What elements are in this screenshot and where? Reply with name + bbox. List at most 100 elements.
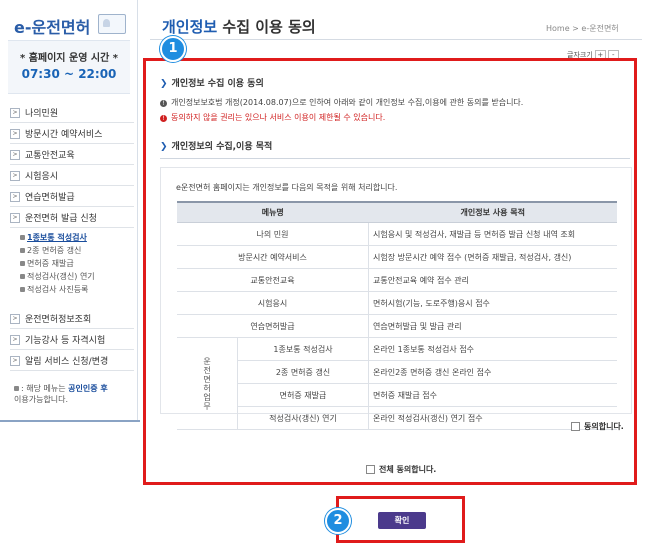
table-row: 적성검사(갱신) 연기 온라인 적성검사(갱신) 연기 접수 (177, 406, 617, 430)
sidebar-item-license-lookup[interactable]: > 운전면허정보조회 (10, 309, 134, 329)
sidebar-bottom-rule (0, 420, 140, 422)
submenu-item-aptitude-test[interactable]: 1종보통 적성검사 (20, 232, 87, 243)
cell-menu: 1종보통 적성검사 (237, 337, 369, 361)
submenu-label: 적성검사(갱신) 연기 (27, 272, 95, 281)
chevron-right-icon: > (10, 313, 20, 324)
site-logo[interactable]: e-운전면허 (14, 14, 90, 38)
hours-title: * 홈페이지 운영 시간 * (20, 53, 118, 64)
submenu-label: 2종 면허증 갱신 (27, 246, 82, 255)
notice-text: : 해당 메뉴는 (21, 384, 66, 393)
sidebar-item-label: 알림 서비스 신청/변경 (25, 357, 109, 367)
cell-menu: 시험응시 (177, 291, 369, 315)
sidebar-item-my-petitions[interactable]: > 나의민원 (10, 103, 134, 123)
chevron-right-icon: > (10, 355, 20, 366)
chevron-right-icon: > (10, 191, 20, 202)
cell-purpose: 연습면허발급 및 발급 관리 (368, 314, 617, 338)
sidebar-item-instructor-exam[interactable]: > 기능강사 등 자격시험 (10, 330, 134, 350)
checkbox-box[interactable] (571, 422, 580, 431)
chevron-right-icon: > (10, 107, 20, 118)
table-row: 면허증 재발급 면허증 재발급 접수 (177, 383, 617, 407)
sidebar-item-visit-reservation[interactable]: > 방문시간 예약서비스 (10, 124, 134, 144)
page-title-rest: 수집 이용 동의 (217, 18, 316, 36)
chevron-right-icon: > (10, 334, 20, 345)
submenu-item-photo[interactable]: 적성검사 사진등록 (20, 284, 88, 295)
cell-purpose: 온라인2종 면허증 갱신 온라인 접수 (368, 360, 617, 384)
section-title-consent: ❯ 개인정보 수집 이용 동의 (160, 76, 264, 89)
license-card-icon (98, 14, 126, 34)
lock-icon (20, 235, 25, 240)
agree-purpose-checkbox[interactable]: 동의합니다. (571, 421, 624, 432)
sidebar-item-label: 나의민원 (25, 109, 59, 119)
step-badge-2: 2 (325, 508, 351, 534)
section-divider (160, 158, 630, 159)
page-title-highlight: 개인정보 (162, 18, 218, 36)
lock-icon (14, 386, 19, 391)
cell-purpose: 시험응시 및 적성검사, 재발급 등 면허증 발급 신청 내역 조회 (368, 222, 617, 246)
lock-icon (20, 287, 25, 292)
sidebar-item-label: 방문시간 예약서비스 (25, 130, 103, 140)
table-header-row: 메뉴명 개인정보 사용 목적 (177, 201, 617, 223)
submenu-item-reissue[interactable]: 면허증 재발급 (20, 258, 74, 269)
cell-menu: 연습면허발급 (177, 314, 369, 338)
table-row: 나의 민원 시험응시 및 적성검사, 재발급 등 면허증 발급 신청 내역 조회 (177, 222, 617, 246)
warning-icon: ! (160, 115, 167, 122)
confirm-button[interactable]: 확인 (378, 512, 426, 529)
chevron-right-icon: ❯ (160, 142, 168, 152)
lock-icon (20, 274, 25, 279)
notice-text: 이용가능합니다. (14, 395, 69, 404)
sidebar-item-learner-license[interactable]: > 연습면허발급 (10, 187, 134, 207)
purpose-intro: e운전면허 홈페이지는 개인정보를 다음의 목적을 위해 처리합니다. (176, 183, 398, 192)
sidebar-item-exam[interactable]: > 시험응시 (10, 166, 134, 186)
sidebar-item-label: 운전면허정보조회 (25, 315, 92, 325)
breadcrumb[interactable]: Home > e-운전면허 (546, 23, 619, 34)
checkbox-label: 전체 동의합니다. (379, 465, 437, 474)
cell-purpose: 면허증 재발급 접수 (368, 383, 617, 407)
agree-all-checkbox[interactable]: 전체 동의합니다. (366, 464, 436, 475)
notice-link[interactable]: 공인인증 후 (68, 384, 108, 393)
auth-notice: : 해당 메뉴는 공인인증 후이용가능합니다. (14, 383, 132, 405)
lock-icon (20, 248, 25, 253)
table-row: 방문시간 예약서비스 시험장 방문시간 예약 접수 (면허증 재발급, 적성검사,… (177, 245, 617, 269)
submenu-item-postpone[interactable]: 적성검사(갱신) 연기 (20, 271, 95, 282)
hours-box: * 홈페이지 운영 시간 * 07:30 ~ 22:00 (8, 40, 130, 94)
title-divider (150, 39, 642, 40)
cell-menu: 2종 면허증 갱신 (237, 360, 369, 384)
cell-purpose: 온라인 1종보통 적성검사 접수 (368, 337, 617, 361)
table-row: 시험응시 면허시험(기능, 도로주행)응시 접수 (177, 291, 617, 315)
submenu-label: 면허증 재발급 (27, 259, 74, 268)
table-row: 2종 면허증 갱신 온라인2종 면허증 갱신 온라인 접수 (177, 360, 617, 384)
cell-menu: 교통안전교육 (177, 268, 369, 292)
sidebar-item-alerts[interactable]: > 알림 서비스 신청/변경 (10, 351, 134, 371)
submenu-label: 적성검사 사진등록 (27, 285, 89, 294)
cell-menu: 면허증 재발급 (237, 383, 369, 407)
section-title-text: 개인정보 수집 이용 동의 (171, 79, 264, 89)
group-label-cell: 운전면허업무 (177, 337, 238, 430)
warning-text: 동의하지 않을 권리는 있으나 서비스 이용이 제한될 수 있습니다. (171, 113, 386, 122)
chevron-right-icon: ❯ (160, 79, 168, 89)
submenu-item-renewal[interactable]: 2종 면허증 갱신 (20, 245, 81, 256)
sidebar-item-label: 연습면허발급 (25, 193, 75, 203)
table-row: 연습면허발급 연습면허발급 및 발급 관리 (177, 314, 617, 338)
hours-time: 07:30 ~ 22:00 (21, 67, 117, 81)
col-menu-header: 메뉴명 (177, 201, 369, 223)
info-text: 개인정보보호법 개정(2014.08.07)으로 인하여 아래와 같이 개인정보… (171, 98, 524, 107)
sidebar-item-label: 기능강사 등 자격시험 (25, 336, 106, 346)
cell-menu: 방문시간 예약서비스 (177, 245, 369, 269)
consent-warning-line: ! 동의하지 않을 권리는 있으나 서비스 이용이 제한될 수 있습니다. (160, 112, 385, 123)
cell-purpose: 교통안전교육 예약 접수 관리 (368, 268, 617, 292)
chevron-right-icon: > (10, 128, 20, 139)
sidebar-item-label: 교통안전교육 (25, 151, 75, 161)
section-title-purpose: ❯ 개인정보의 수집,이용 목적 (160, 139, 272, 152)
sidebar-item-label: 운전면허 발급 신청 (25, 214, 97, 224)
info-icon: ! (160, 100, 167, 107)
submenu-label: 1종보통 적성검사 (27, 233, 87, 242)
sidebar-item-license-issue[interactable]: > 운전면허 발급 신청 (10, 208, 134, 228)
cell-purpose: 시험장 방문시간 예약 접수 (면허증 재발급, 적성검사, 갱신) (368, 245, 617, 269)
checkbox-label: 동의합니다. (584, 422, 624, 431)
sidebar-item-label: 시험응시 (25, 172, 59, 182)
table-row: 운전면허업무 1종보통 적성검사 온라인 1종보통 적성검사 접수 (177, 337, 617, 430)
sidebar-item-safety-education[interactable]: > 교통안전교육 (10, 145, 134, 165)
checkbox-box[interactable] (366, 465, 375, 474)
lock-icon (20, 261, 25, 266)
cell-menu: 적성검사(갱신) 연기 (237, 406, 369, 430)
